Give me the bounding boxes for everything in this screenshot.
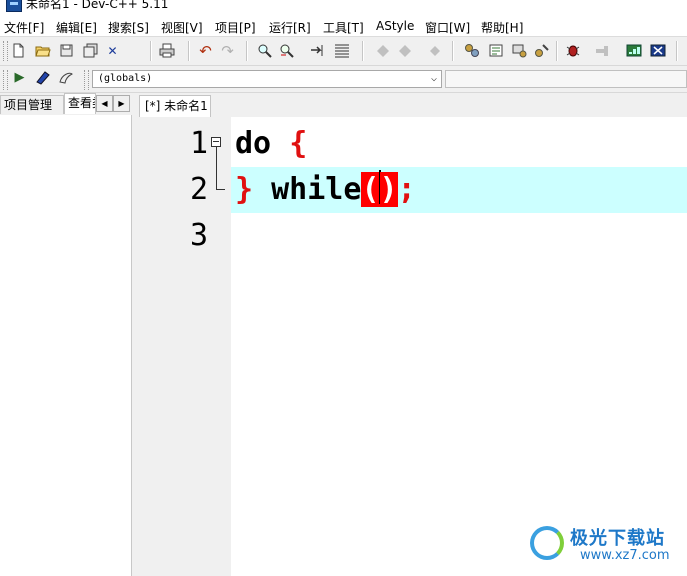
main-toolbar: ✕ ↶ ↷: [0, 37, 687, 66]
toggle-bookmark-icon[interactable]: [57, 69, 74, 86]
toggle-comment-icon[interactable]: [426, 42, 443, 59]
run-program-icon[interactable]: [487, 42, 504, 59]
line-number-gutter[interactable]: 1 2 3: [140, 117, 231, 576]
open-folder-icon[interactable]: [34, 42, 51, 59]
left-panel-tabs: 项目管理 查看类 ◀ ▶: [0, 93, 133, 115]
line-number: 2: [189, 172, 208, 207]
unindent-icon[interactable]: [396, 42, 413, 59]
stop-execution-icon[interactable]: [593, 42, 610, 59]
find-icon[interactable]: [256, 42, 273, 59]
site-watermark: 极光下载站 www.xz7.com: [530, 520, 687, 570]
app-icon: [6, 0, 22, 12]
toolbar-grip[interactable]: [84, 70, 89, 90]
menu-astyle[interactable]: AStyle: [376, 19, 414, 33]
fold-guide-end: [216, 189, 225, 190]
title-bar: 未命名1 - Dev-C++ 5.11: [0, 0, 687, 16]
code-editor[interactable]: do { } while();: [231, 117, 687, 576]
toolbar-separator: [452, 41, 454, 61]
menu-search[interactable]: 搜索[S]: [108, 19, 149, 36]
menu-edit[interactable]: 编辑[E]: [56, 19, 97, 36]
menu-bar: 文件[F] 编辑[E] 搜索[S] 视图[V] 项目[P] 运行[R] 工具[T…: [0, 16, 687, 37]
open-brace: {: [289, 126, 308, 161]
chevron-down-icon[interactable]: ⌵: [431, 71, 437, 87]
scope-combo[interactable]: (globals) ⌵: [92, 70, 442, 88]
indent-icon[interactable]: [374, 42, 391, 59]
undo-icon[interactable]: ↶: [197, 42, 214, 60]
goto-line-icon[interactable]: [309, 42, 326, 59]
window-title: 未命名1 - Dev-C++ 5.11: [26, 0, 169, 11]
menu-view[interactable]: 视图[V]: [161, 19, 203, 36]
delete-profile-icon[interactable]: [649, 42, 666, 59]
tab-scroll-left-icon[interactable]: ◀: [96, 95, 113, 112]
function-combo[interactable]: [445, 70, 687, 88]
toolbar-grip[interactable]: [3, 41, 8, 61]
print-icon[interactable]: [158, 42, 175, 59]
toolbar-separator: [676, 41, 678, 61]
debug-icon[interactable]: [564, 42, 581, 59]
toolbar-separator: [362, 41, 364, 61]
keyword-while: while: [271, 172, 362, 207]
keyword-do: do: [235, 126, 272, 161]
menu-help[interactable]: 帮助[H]: [481, 19, 523, 36]
open-paren-highlight: (: [361, 172, 380, 207]
compile-run-icon[interactable]: [510, 42, 527, 59]
tab-project-manager[interactable]: 项目管理: [0, 95, 64, 114]
scope-combo-value: (globals): [98, 73, 153, 84]
watermark-title: 极光下载站: [570, 528, 665, 549]
code-line[interactable]: do {: [231, 121, 687, 167]
close-paren-highlight: ): [379, 172, 398, 207]
menu-run[interactable]: 运行[R]: [269, 19, 311, 36]
compile-icon[interactable]: [463, 42, 480, 59]
toolbar-separator: [246, 41, 248, 61]
bookmarks-icon[interactable]: [333, 42, 350, 59]
toolbar-separator: [188, 41, 190, 61]
fold-toggle-icon[interactable]: [211, 137, 221, 147]
watermark-url: www.xz7.com: [580, 548, 670, 563]
menu-window[interactable]: 窗口[W]: [425, 19, 470, 36]
tab-class-browser[interactable]: 查看类: [64, 93, 96, 114]
insert-icon[interactable]: [34, 69, 51, 86]
close-brace: }: [235, 172, 254, 207]
redo-icon[interactable]: ↷: [219, 42, 236, 60]
save-all-icon[interactable]: [82, 42, 99, 59]
replace-icon[interactable]: [278, 42, 295, 59]
toolbar-separator: [150, 41, 152, 61]
menu-file[interactable]: 文件[F]: [4, 19, 44, 36]
current-code-line[interactable]: } while();: [231, 167, 687, 213]
panel-splitter[interactable]: [132, 93, 137, 576]
semicolon: ;: [397, 172, 416, 207]
save-icon[interactable]: [58, 42, 75, 59]
menu-project[interactable]: 项目[P]: [215, 19, 256, 36]
line-number: 1: [189, 126, 208, 161]
rebuild-icon[interactable]: [533, 42, 550, 59]
profile-icon[interactable]: [625, 42, 642, 59]
editor-tabs: [*] 未命名1: [137, 93, 687, 117]
close-icon[interactable]: ✕: [104, 42, 121, 59]
editor-tab-untitled[interactable]: [*] 未命名1: [139, 95, 211, 117]
fold-guide: [216, 147, 217, 189]
line-number: 3: [189, 218, 208, 253]
menu-tools[interactable]: 工具[T]: [323, 19, 364, 36]
toolbar-separator: [556, 41, 558, 61]
run-icon[interactable]: ▶: [11, 69, 28, 86]
new-file-icon[interactable]: [10, 42, 27, 59]
watermark-logo-icon: [530, 526, 564, 560]
toolbar-grip[interactable]: [3, 70, 8, 90]
tab-scroll-right-icon[interactable]: ▶: [113, 95, 130, 112]
class-browser-panel[interactable]: [0, 115, 132, 576]
